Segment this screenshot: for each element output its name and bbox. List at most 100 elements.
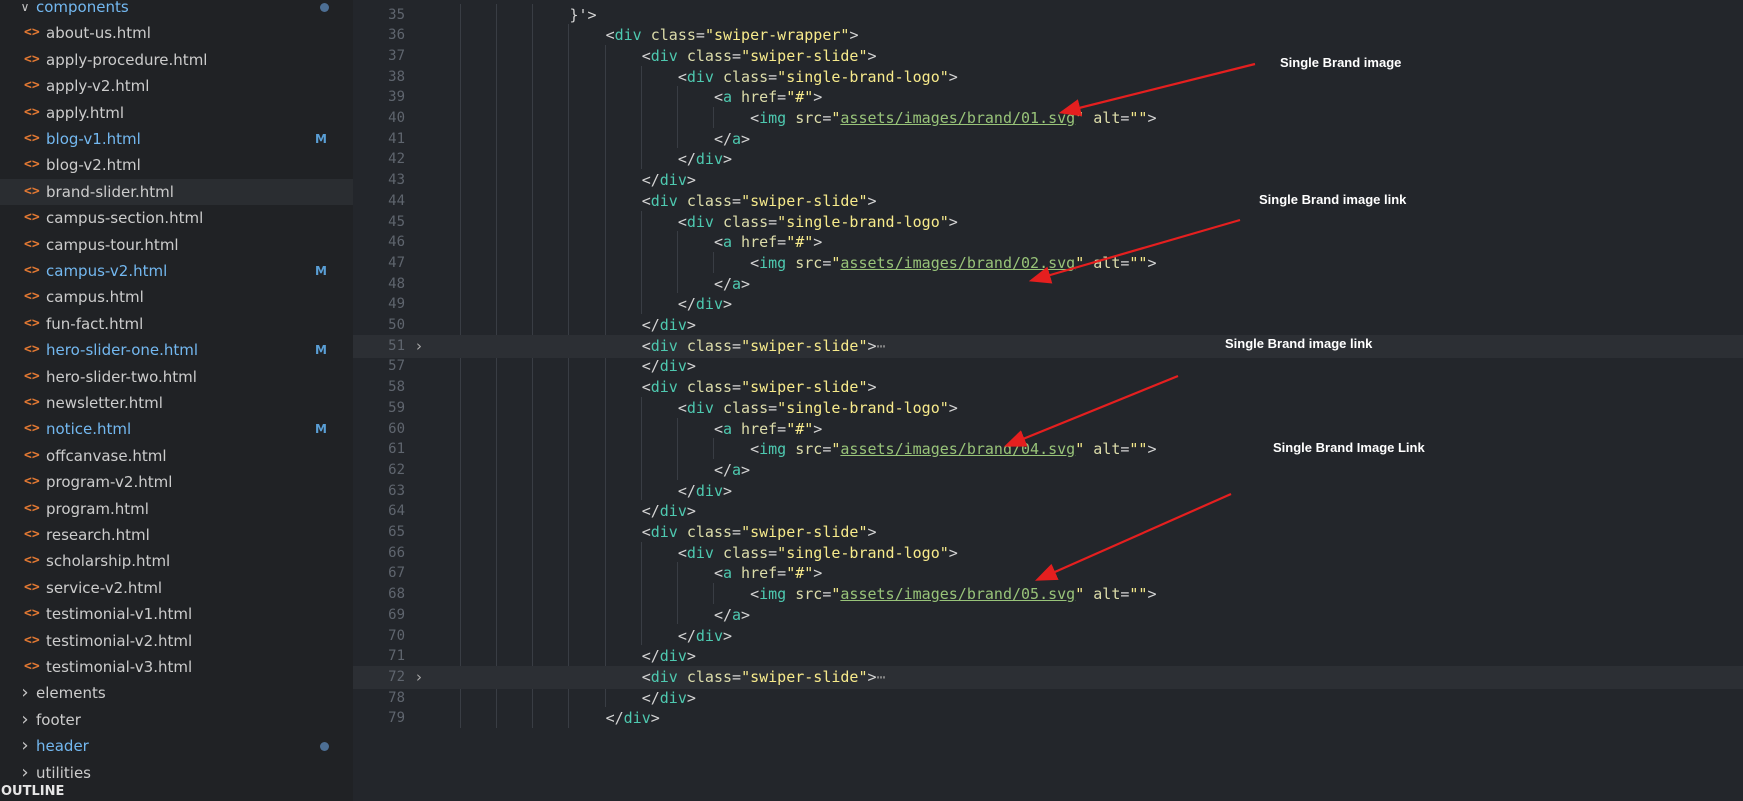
file-item[interactable]: <> newsletter.html: [0, 390, 353, 416]
code-line[interactable]: </div>: [642, 314, 696, 337]
folder-elements[interactable]: › elements: [0, 680, 353, 706]
code-line[interactable]: }'>: [569, 4, 596, 27]
code-line[interactable]: <div class="swiper-slide">⋯: [642, 335, 886, 358]
file-item[interactable]: <> about-us.html: [0, 20, 353, 46]
line-number: 51: [388, 337, 405, 354]
file-item[interactable]: <> hero-slider-two.html: [0, 364, 353, 390]
outline-header[interactable]: OUTLINE: [0, 782, 353, 801]
file-item[interactable]: <> apply-v2.html: [0, 73, 353, 99]
code-line[interactable]: <div class="swiper-slide">: [642, 190, 877, 213]
file-item[interactable]: <> brand-slider.html: [0, 178, 353, 205]
file-item[interactable]: <> campus-tour.html: [0, 232, 353, 258]
code-editor[interactable]: 35}'> 36 <div class="swiper-wrapper"> 37 <di…: [353, 0, 1743, 801]
code-line[interactable]: <div class="single-brand-logo">: [678, 542, 958, 565]
code-line[interactable]: <div class="swiper-slide">: [642, 521, 877, 544]
code-line[interactable]: <a href="#">: [714, 562, 822, 585]
code-line[interactable]: <div class="swiper-slide">: [642, 376, 877, 399]
code-token: div: [614, 26, 642, 45]
code-line[interactable]: </div>: [642, 645, 696, 668]
code-line[interactable]: </div>: [678, 625, 732, 648]
code-token: "single-brand-logo": [777, 543, 949, 562]
indent-guide: [640, 210, 642, 314]
modified-dot: [320, 742, 329, 752]
file-item[interactable]: <> research.html: [0, 522, 353, 548]
code-line[interactable]: <a href="#">: [714, 231, 822, 254]
fold-toggle-icon[interactable]: ›: [416, 666, 428, 689]
file-item[interactable]: <> notice.html M: [0, 416, 353, 442]
code-line[interactable]: </div>: [642, 355, 696, 378]
code-token: class: [650, 26, 696, 45]
indent-guide: [676, 86, 678, 149]
code-token: img: [759, 253, 787, 272]
folder-footer[interactable]: › footer: [0, 707, 353, 733]
file-item[interactable]: <> scholarship.html: [0, 548, 353, 574]
code-line[interactable]: <img src="assets/images/brand/05.svg" al…: [750, 583, 1156, 606]
file-item[interactable]: <> apply-procedure.html: [0, 47, 353, 73]
code-line[interactable]: </div>: [642, 687, 696, 710]
file-item[interactable]: <> testimonial-v3.html: [0, 654, 353, 680]
folded-line-highlight: [353, 665, 1743, 689]
file-item[interactable]: <> service-v2.html: [0, 575, 353, 601]
code-line[interactable]: <a href="#">: [714, 86, 822, 109]
fold-toggle-icon[interactable]: ›: [416, 335, 428, 358]
code-token: a: [722, 233, 733, 252]
file-item[interactable]: <> campus-v2.html M: [0, 258, 353, 284]
code-line[interactable]: <div class="swiper-slide">: [642, 45, 877, 68]
code-token: div: [686, 212, 714, 231]
code-token: src: [795, 440, 823, 459]
code-line[interactable]: <img src="assets/images/brand/01.svg" al…: [750, 107, 1156, 130]
code-line[interactable]: </a>: [714, 459, 750, 482]
code-line[interactable]: <div class="single-brand-logo">: [678, 66, 958, 89]
code-line[interactable]: </div>: [678, 293, 732, 316]
code-line[interactable]: <div class="swiper-slide">⋯: [642, 666, 886, 689]
code-line[interactable]: <a href="#">: [714, 418, 822, 441]
folder-components[interactable]: ∨ components: [0, 0, 353, 20]
code-line[interactable]: <div class="swiper-wrapper">: [606, 24, 859, 47]
code-line[interactable]: <div class="single-brand-logo">: [678, 211, 958, 234]
code-line[interactable]: </div>: [606, 707, 660, 730]
code-token: <: [641, 46, 651, 65]
code-line[interactable]: </div>: [678, 480, 732, 503]
code-token: >: [741, 605, 751, 624]
code-token: a: [732, 129, 742, 148]
code-token: "swiper-slide": [741, 667, 868, 686]
file-item[interactable]: <> campus.html: [0, 284, 353, 310]
code-line[interactable]: </a>: [714, 128, 750, 151]
file-item[interactable]: <> apply.html: [0, 100, 353, 126]
file-item[interactable]: <> testimonial-v1.html: [0, 601, 353, 627]
file-item[interactable]: <> blog-v1.html M: [0, 126, 353, 152]
code-token: <: [750, 440, 760, 459]
file-item[interactable]: <> offcanvase.html: [0, 443, 353, 469]
code-line[interactable]: <div class="single-brand-logo">: [678, 397, 958, 420]
code-line[interactable]: </a>: [714, 273, 750, 296]
html-file-icon: <>: [24, 51, 40, 67]
code-token: "swiper-slide": [741, 523, 868, 541]
code-line[interactable]: </a>: [714, 604, 750, 627]
file-item[interactable]: <> program.html: [0, 496, 353, 522]
code-token: </: [677, 150, 696, 169]
code-token: =: [768, 212, 778, 231]
file-item[interactable]: <> campus-section.html: [0, 205, 353, 231]
file-item[interactable]: <> testimonial-v2.html: [0, 628, 353, 654]
code-line[interactable]: <img src="assets/images/brand/04.svg" al…: [750, 438, 1156, 461]
file-item[interactable]: <> blog-v2.html: [0, 152, 353, 178]
code-line[interactable]: </div>: [642, 169, 696, 192]
file-item[interactable]: <> program-v2.html: [0, 469, 353, 495]
folder-header[interactable]: › header: [0, 733, 353, 759]
file-item[interactable]: <> hero-slider-one.html M: [0, 337, 353, 363]
code-line[interactable]: </div>: [678, 148, 732, 171]
file-label: about-us.html: [46, 24, 151, 43]
annotation-label: Single Brand Image Link: [1273, 440, 1425, 455]
indent-guide: [640, 541, 642, 646]
code-token: <: [713, 419, 723, 438]
code-line[interactable]: </div>: [642, 500, 696, 523]
code-token: assets/images/brand/04.svg: [840, 440, 1076, 459]
chevron-right-icon: ›: [21, 735, 29, 757]
file-item[interactable]: <> fun-fact.html: [0, 311, 353, 337]
code-line[interactable]: <img src="assets/images/brand/02.svg" al…: [750, 252, 1156, 275]
code-token: div: [650, 191, 678, 210]
